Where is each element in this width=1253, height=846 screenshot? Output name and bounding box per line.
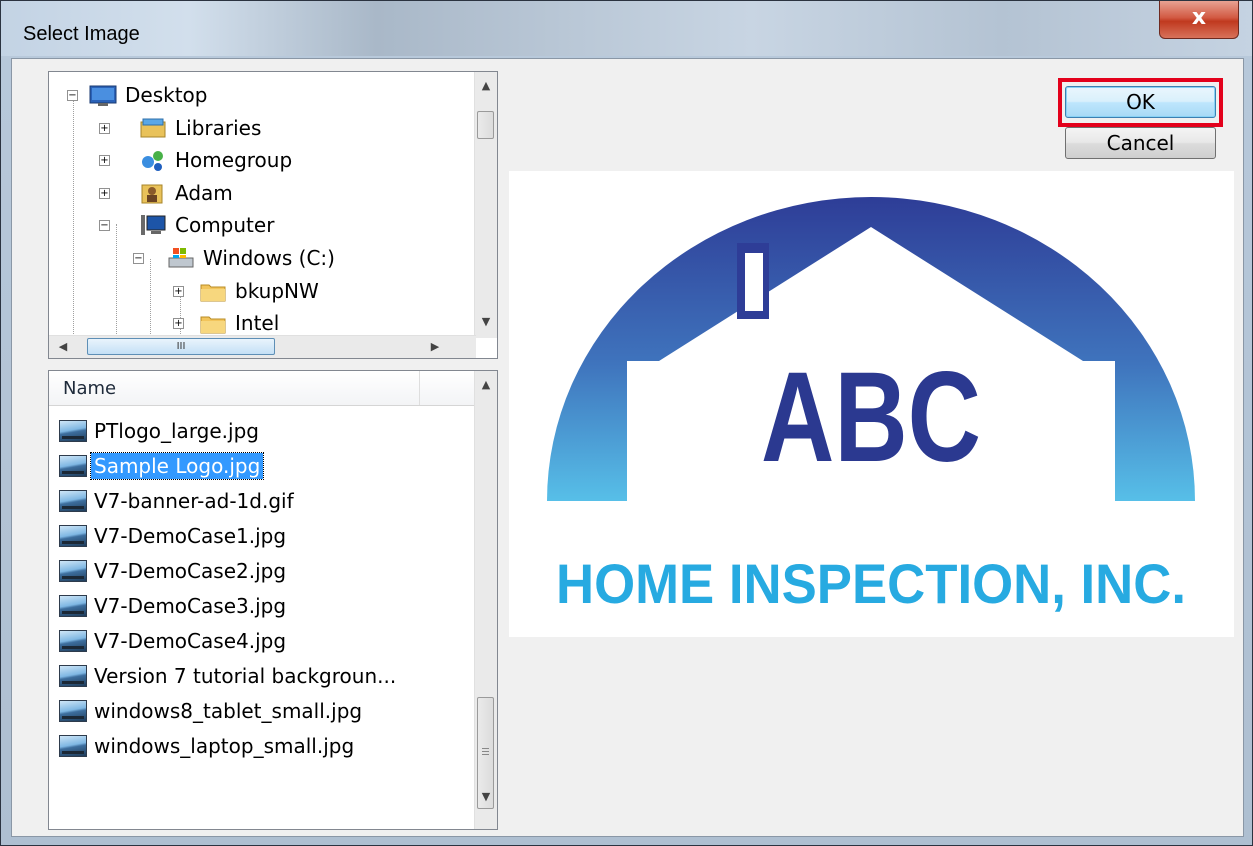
file-name: PTlogo_large.jpg [94,419,259,443]
tree-node-label: Libraries [175,116,262,140]
expand-icon[interactable]: + [99,188,110,199]
window-title: Select Image [23,23,140,45]
tree-node-intel[interactable]: + Intel [173,308,279,338]
expand-icon[interactable]: + [173,286,184,297]
cancel-button[interactable]: Cancel [1065,127,1216,159]
file-list[interactable]: Name PTlogo_large.jpg Sample Logo.jpg V7… [48,370,498,830]
close-button[interactable]: x [1159,1,1239,39]
scroll-up-arrow-icon[interactable]: ▲ [475,375,497,395]
folder-icon [199,279,227,303]
file-name: Version 7 tutorial backgroun... [94,664,397,688]
dialog-client-area: − Desktop + Libraries + Homegroup + Adam… [11,58,1244,837]
tree-node-label: Adam [175,181,233,205]
file-item[interactable]: V7-DemoCase4.jpg [59,625,289,657]
drive-icon [167,246,195,270]
collapse-icon[interactable]: − [99,220,110,231]
tree-node-bkupnw[interactable]: + bkupNW [173,276,319,306]
image-file-icon [59,735,87,757]
file-item-selected[interactable]: Sample Logo.jpg [59,450,265,482]
file-item[interactable]: Version 7 tutorial backgroun... [59,660,399,692]
file-name: windows_laptop_small.jpg [94,734,355,758]
tree-horizontal-scrollbar[interactable]: ◀ III ▶ [49,335,476,358]
tree-vertical-scrollbar[interactable]: ▲ ▼ [474,72,497,338]
file-name: V7-DemoCase2.jpg [94,559,287,583]
scroll-down-arrow-icon[interactable]: ▼ [475,787,497,807]
image-file-icon [59,595,87,617]
file-name: V7-DemoCase4.jpg [94,629,287,653]
tree-node-label: bkupNW [235,279,319,303]
file-name: V7-banner-ad-1d.gif [94,489,294,513]
file-name: V7-DemoCase1.jpg [94,524,287,548]
collapse-icon[interactable]: − [133,253,144,264]
image-file-icon [59,630,87,652]
file-item[interactable]: windows_laptop_small.jpg [59,730,357,762]
scroll-left-arrow-icon[interactable]: ◀ [53,336,73,358]
file-name: windows8_tablet_small.jpg [94,699,363,723]
tree-line [116,224,117,338]
scroll-thumb-horizontal[interactable]: III [87,338,275,355]
file-name: Sample Logo.jpg [89,452,265,480]
logo-preview-image: ABC HOME INSPECTION, INC. [547,197,1195,615]
expand-icon[interactable]: + [99,123,110,134]
homegroup-icon [139,148,167,172]
tree-node-adam[interactable]: + Adam [99,178,233,208]
logo-sub-text: HOME INSPECTION, INC. [556,552,1186,615]
file-item[interactable]: V7-DemoCase3.jpg [59,590,289,622]
ok-button[interactable]: OK [1065,86,1216,118]
tree-node-windows-c[interactable]: − Windows (C:) [133,243,335,273]
image-file-icon [59,420,87,442]
user-folder-icon [139,181,167,205]
logo-main-text: ABC [761,346,981,489]
expand-icon[interactable]: + [99,155,110,166]
scroll-up-arrow-icon[interactable]: ▲ [475,76,497,96]
tree-node-libraries[interactable]: + Libraries [99,113,261,143]
file-item[interactable]: PTlogo_large.jpg [59,415,262,447]
tree-node-label: Intel [235,311,280,335]
select-image-dialog: Select Image x − Desktop + Libraries + H… [0,0,1253,846]
tree-node-computer[interactable]: − Computer [99,210,274,240]
column-header-label: Name [63,378,117,399]
libraries-icon [139,116,167,140]
image-file-icon [59,490,87,512]
image-file-icon [59,700,87,722]
image-preview: ABC HOME INSPECTION, INC. [509,171,1234,637]
expand-icon[interactable]: + [173,318,184,329]
desktop-icon [89,83,117,107]
collapse-icon[interactable]: − [67,90,78,101]
column-divider [419,371,420,405]
file-item[interactable]: V7-banner-ad-1d.gif [59,485,297,517]
folder-tree[interactable]: − Desktop + Libraries + Homegroup + Adam… [48,71,498,359]
tree-node-label: Homegroup [175,148,293,172]
file-item[interactable]: windows8_tablet_small.jpg [59,695,365,727]
scroll-thumb[interactable] [477,111,494,139]
tree-node-label: Desktop [125,83,208,107]
title-bar[interactable]: Select Image x [1,1,1252,56]
computer-icon [139,213,167,237]
tree-line [73,96,74,338]
tree-node-label: Computer [175,213,275,237]
tree-node-label: Windows (C:) [203,246,335,270]
column-header-name[interactable]: Name [49,371,476,406]
folder-tree-body: − Desktop + Libraries + Homegroup + Adam… [49,72,476,338]
file-list-vertical-scrollbar[interactable]: ▲ ▼ [474,371,497,829]
image-file-icon [59,665,87,687]
scroll-right-arrow-icon[interactable]: ▶ [425,336,445,358]
image-file-icon [59,455,87,477]
folder-icon [199,311,227,335]
file-item[interactable]: V7-DemoCase2.jpg [59,555,289,587]
file-item[interactable]: V7-DemoCase1.jpg [59,520,289,552]
scroll-down-arrow-icon[interactable]: ▼ [475,312,497,332]
file-name: V7-DemoCase3.jpg [94,594,287,618]
tree-node-homegroup[interactable]: + Homegroup [99,145,292,175]
image-file-icon [59,560,87,582]
image-file-icon [59,525,87,547]
tree-node-desktop[interactable]: − Desktop [67,80,207,110]
